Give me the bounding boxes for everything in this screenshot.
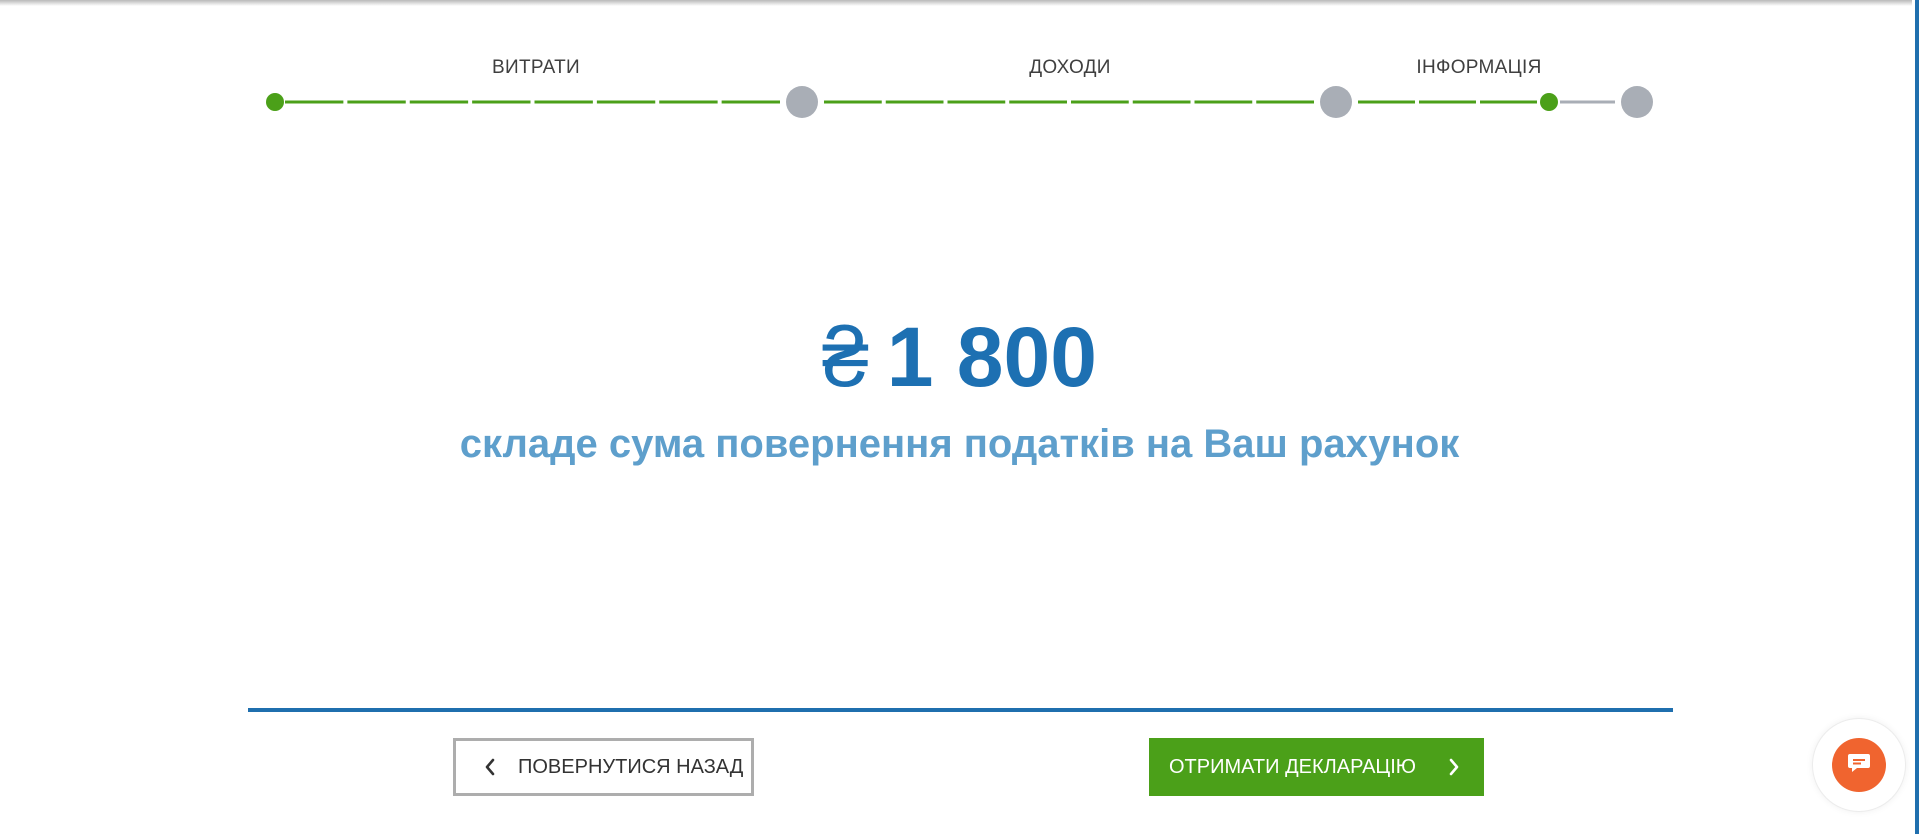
hryvnia-icon: ₴ — [822, 310, 869, 404]
refund-amount: ₴ 1 800 — [0, 310, 1919, 404]
progress-tracker — [266, 86, 1653, 118]
progress-milestone — [786, 86, 818, 118]
progress-dot-completed — [266, 93, 284, 111]
get-declaration-button-label: ОТРИМАТИ ДЕКЛАРАЦІЮ — [1169, 755, 1416, 778]
progress-dot-completed — [1540, 93, 1558, 111]
progress-milestone — [1320, 86, 1352, 118]
back-button-label: ПОВЕРНУТИСЯ НАЗАД — [518, 755, 744, 778]
progress-milestone — [1621, 86, 1653, 118]
chevron-left-icon — [484, 758, 496, 776]
amount-value: 1 800 — [886, 310, 1097, 404]
chat-widget[interactable] — [1813, 719, 1905, 811]
section-divider — [248, 708, 1673, 712]
chat-icon — [1846, 751, 1872, 780]
chat-button[interactable] — [1832, 738, 1886, 792]
back-button[interactable]: ПОВЕРНУТИСЯ НАЗАД — [453, 738, 754, 796]
chevron-right-icon — [1448, 758, 1460, 776]
get-declaration-button[interactable]: ОТРИМАТИ ДЕКЛАРАЦІЮ — [1149, 738, 1484, 796]
refund-description: складе сума повернення податків на Ваш р… — [459, 422, 1460, 466]
